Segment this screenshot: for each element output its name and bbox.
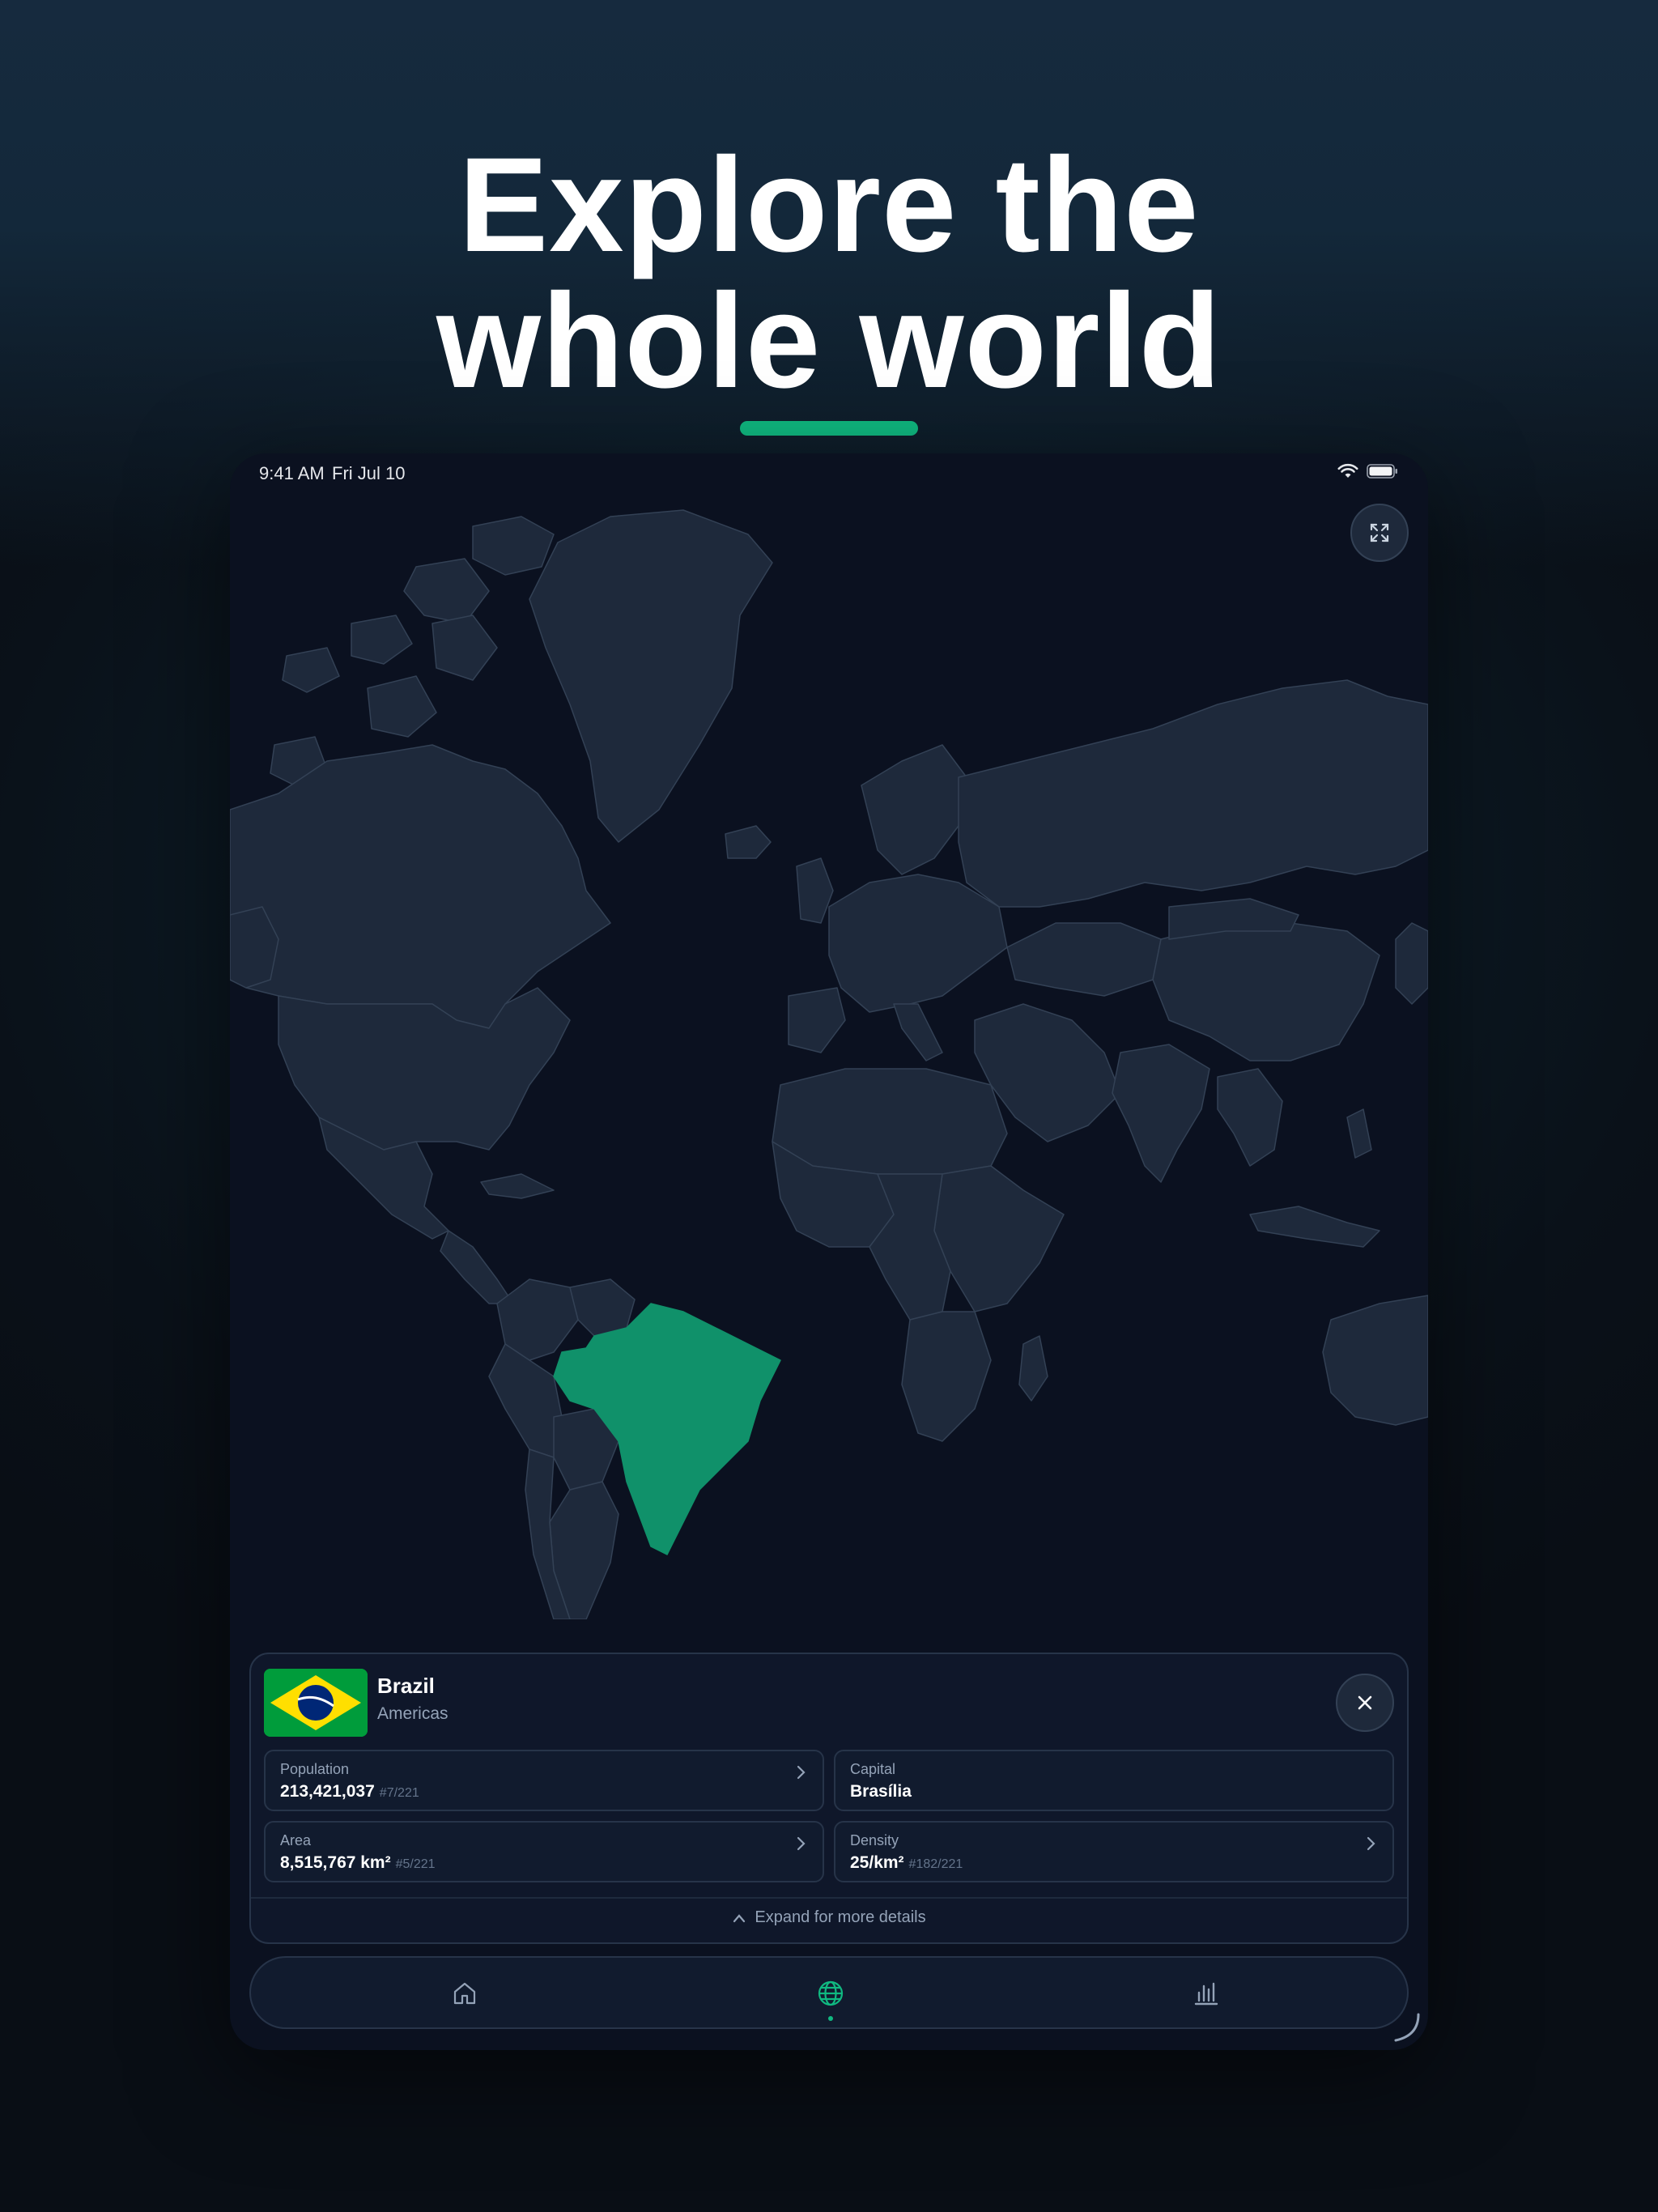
- stat-population-value: 213,421,037 #7/221: [280, 1782, 419, 1802]
- map-country-india: [1112, 1044, 1210, 1183]
- card-divider: [251, 1897, 1407, 1899]
- stat-population-number: 213,421,037: [280, 1782, 375, 1801]
- corner-resize-icon: [1394, 2013, 1420, 2042]
- map-country-iberia: [788, 987, 846, 1053]
- battery-icon: [1367, 464, 1397, 479]
- map-country-kazakhstan: [1006, 922, 1162, 997]
- map-country-iceland: [725, 825, 772, 859]
- map-country-arctic-islands: [472, 516, 555, 576]
- map-country-russia: [958, 679, 1428, 908]
- country-flag: [264, 1669, 368, 1737]
- device-screen: 9:41 AM Fri Jul 10 Brazil Americas Popul…: [230, 453, 1428, 2050]
- active-tab-indicator: [828, 2016, 833, 2021]
- stat-population-rank: #7/221: [379, 1786, 419, 1800]
- expand-details-button[interactable]: Expand for more details: [251, 1908, 1407, 1927]
- stat-density-number: 25/km²: [850, 1853, 904, 1872]
- map-country-arctic-islands: [432, 615, 498, 681]
- wifi-icon: [1337, 463, 1358, 478]
- tab-bar: [249, 1956, 1409, 2029]
- world-map[interactable]: [230, 502, 1428, 1619]
- map-country-japan: [1395, 922, 1428, 1005]
- headline-line-1: Explore the: [458, 130, 1200, 280]
- headline: Explore the whole world: [0, 138, 1658, 410]
- headline-line-2: whole world: [436, 266, 1222, 416]
- stat-capital-value: Brasília: [850, 1782, 912, 1801]
- map-country-north-africa: [772, 1068, 1008, 1175]
- stat-density-label: Density: [850, 1832, 899, 1848]
- map-country-scandinavia: [861, 744, 967, 875]
- tab-map[interactable]: [811, 1974, 850, 2021]
- expand-details-label: Expand for more details: [755, 1908, 926, 1926]
- headline-accent-bar: [740, 421, 918, 436]
- map-country-philippines: [1346, 1108, 1372, 1159]
- country-region: Americas: [377, 1704, 449, 1723]
- map-country-southern-africa: [901, 1311, 992, 1442]
- map-country-italy: [893, 1003, 943, 1061]
- map-country-canada: [230, 744, 611, 1029]
- status-icons: [1337, 463, 1399, 479]
- bar-chart-icon: [1194, 1982, 1218, 2006]
- country-info-card: Brazil Americas Population 213,421,037 #7…: [249, 1653, 1409, 1944]
- map-country-arctic-islands: [403, 558, 490, 624]
- map-expand-button[interactable]: [1350, 504, 1409, 562]
- map-country-china: [1152, 922, 1380, 1061]
- status-date: Fri Jul 10: [332, 463, 406, 483]
- close-icon: [1358, 1695, 1372, 1710]
- status-time: 9:41 AM: [259, 463, 325, 483]
- map-country-arctic-islands: [351, 615, 413, 665]
- map-country-peru: [488, 1343, 563, 1458]
- map-country-central-america: [440, 1230, 514, 1304]
- chevron-right-icon: [1367, 1836, 1375, 1851]
- status-bar: 9:41 AM Fri Jul 10: [230, 453, 1428, 492]
- map-country-europe: [828, 874, 1008, 1013]
- map-country-indonesia: [1249, 1206, 1380, 1248]
- map-country-venezuela: [569, 1278, 636, 1337]
- map-country-east-africa: [933, 1165, 1065, 1312]
- stat-population[interactable]: Population 213,421,037 #7/221: [264, 1750, 824, 1811]
- stat-capital-label: Capital: [850, 1761, 896, 1777]
- expand-icon: [1370, 523, 1389, 542]
- stat-area-rank: #5/221: [395, 1857, 436, 1871]
- country-name: Brazil: [377, 1674, 435, 1698]
- map-country-madagascar: [1018, 1335, 1048, 1402]
- globe-icon: [818, 1980, 844, 2006]
- stat-capital: Capital Brasília: [834, 1750, 1394, 1811]
- stat-density-value: 25/km² #182/221: [850, 1853, 963, 1873]
- map-country-australia: [1322, 1295, 1428, 1426]
- chevron-right-icon: [797, 1836, 806, 1851]
- brazil-flag-icon: [264, 1669, 368, 1737]
- stat-population-label: Population: [280, 1761, 350, 1777]
- home-icon: [453, 1982, 476, 2005]
- stat-density-rank: #182/221: [908, 1857, 963, 1871]
- map-country-uk: [796, 857, 834, 924]
- map-country-arctic-islands: [282, 647, 340, 693]
- map-country-arctic-islands: [367, 675, 437, 738]
- map-country-southeast-asia: [1217, 1068, 1283, 1167]
- chevron-right-icon: [797, 1765, 806, 1780]
- stat-density[interactable]: Density 25/km² #182/221: [834, 1821, 1394, 1882]
- stat-area-value: 8,515,767 km² #5/221: [280, 1853, 436, 1873]
- close-card-button[interactable]: [1336, 1674, 1394, 1732]
- tab-home[interactable]: [445, 1974, 484, 2013]
- tab-stats[interactable]: [1187, 1974, 1226, 2013]
- chevron-up-icon: [733, 1913, 746, 1922]
- stat-area[interactable]: Area 8,515,767 km² #5/221: [264, 1821, 824, 1882]
- map-country-greenland: [529, 509, 773, 843]
- stat-area-number: 8,515,767 km²: [280, 1853, 391, 1872]
- map-country-cuba: [480, 1173, 555, 1199]
- stat-area-label: Area: [280, 1832, 312, 1848]
